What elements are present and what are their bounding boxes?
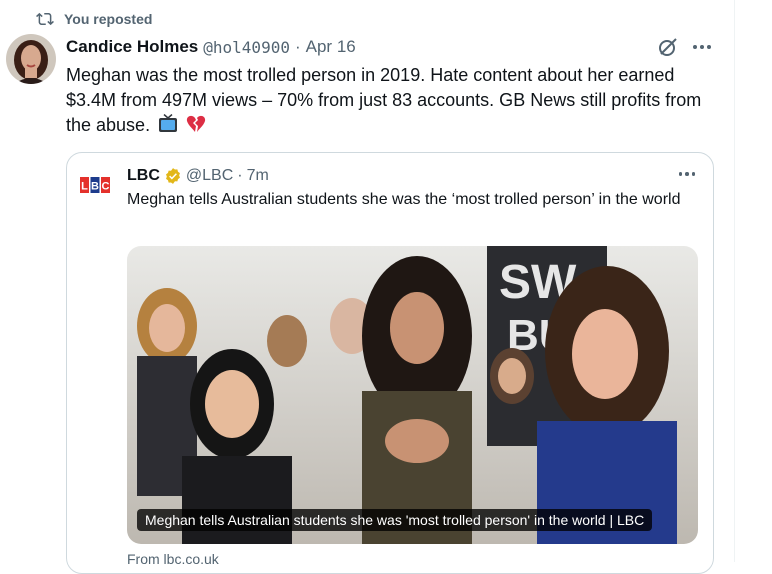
image-caption: Meghan tells Australian students she was… [137, 509, 653, 531]
quoted-author-name[interactable]: LBC [127, 167, 160, 185]
broken-heart-emoji [186, 115, 206, 132]
tweet-date[interactable]: Apr 16 [306, 37, 356, 57]
article-image[interactable]: SW BU Meghan tells Australian students s… [127, 246, 698, 544]
quoted-more-icon[interactable] [677, 167, 697, 181]
tweet-header: Candice Holmes @hol40900 · Apr 16 [66, 36, 356, 58]
repost-icon [36, 12, 54, 26]
svg-text:C: C [102, 181, 110, 193]
quoted-tweet-card[interactable]: L B C LBC @LBC · 7m Meghan tells Austral… [66, 152, 714, 574]
repost-indicator[interactable]: You reposted [36, 10, 152, 28]
quoted-handle[interactable]: @LBC [186, 167, 233, 185]
quoted-text: Meghan tells Australian students she was… [127, 191, 681, 208]
separator-dot: · [294, 37, 301, 56]
grok-icon[interactable] [656, 35, 680, 59]
quoted-header: LBC @LBC · 7m [127, 165, 269, 187]
quoted-time[interactable]: 7m [247, 167, 269, 185]
timeline-border [734, 0, 735, 562]
more-options-icon[interactable] [690, 38, 714, 56]
svg-text:L: L [81, 181, 88, 193]
quoted-separator-dot: · [237, 167, 243, 184]
repost-label: You reposted [64, 11, 153, 27]
author-name[interactable]: Candice Holmes [66, 37, 198, 57]
link-source[interactable]: From lbc.co.uk [127, 551, 219, 567]
tweet-text: Meghan was the most trolled person in 20… [66, 63, 726, 138]
verified-badge-icon [165, 168, 180, 184]
lbc-logo[interactable]: L B C [79, 175, 111, 195]
svg-text:B: B [91, 181, 99, 193]
tv-emoji [159, 114, 178, 132]
avatar[interactable] [6, 34, 56, 84]
author-handle[interactable]: @hol40900 [203, 38, 290, 57]
